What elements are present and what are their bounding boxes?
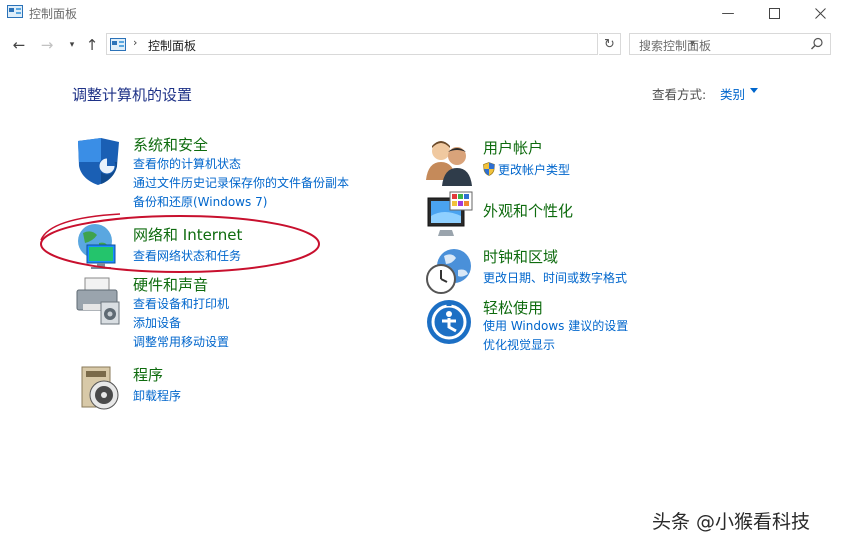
maximize-icon xyxy=(768,7,780,19)
category-network-internet[interactable]: 网络和 Internet xyxy=(133,224,242,245)
control-panel-app-icon xyxy=(7,5,23,18)
address-bar[interactable]: › 控制面板 ▾ xyxy=(106,33,695,55)
search-placeholder: 搜索控制面板 xyxy=(639,39,712,53)
category-system-security[interactable]: 系统和安全 xyxy=(133,134,208,155)
watermark-text: 头条 @小猴看科技 xyxy=(652,511,811,533)
up-button[interactable]: ↑ xyxy=(82,35,102,55)
close-button[interactable] xyxy=(797,0,843,26)
page-title: 调整计算机的设置 xyxy=(72,86,193,104)
link-mobility-settings[interactable]: 调整常用移动设置 xyxy=(133,333,229,350)
link-view-network-status[interactable]: 查看网络状态和任务 xyxy=(133,247,241,264)
maximize-button[interactable] xyxy=(751,0,797,26)
minimize-button[interactable]: — xyxy=(705,0,751,26)
view-by-label: 查看方式: xyxy=(652,87,707,102)
link-view-computer-status[interactable]: 查看你的计算机状态 xyxy=(133,155,241,172)
ease-of-access-icon xyxy=(427,300,471,344)
link-view-devices-printers[interactable]: 查看设备和打印机 xyxy=(133,295,229,312)
recent-locations-button[interactable]: ▾ xyxy=(62,35,82,55)
category-appearance-personalization[interactable]: 外观和个性化 xyxy=(483,200,573,221)
up-arrow-icon: ↑ xyxy=(85,36,99,54)
link-windows-recommended-settings[interactable]: 使用 Windows 建议的设置 xyxy=(483,317,628,334)
chevron-down-icon[interactable] xyxy=(750,88,758,93)
highlight-ellipse xyxy=(40,213,320,273)
search-icon xyxy=(811,37,823,50)
link-file-history-backup[interactable]: 通过文件历史记录保存你的文件备份副本 xyxy=(133,174,349,191)
category-clock-region[interactable]: 时钟和区域 xyxy=(483,246,558,267)
category-user-accounts[interactable]: 用户帐户 xyxy=(483,137,543,158)
close-icon xyxy=(814,7,826,19)
link-change-date-time-format[interactable]: 更改日期、时间或数字格式 xyxy=(483,269,627,286)
link-backup-restore[interactable]: 备份和还原(Windows 7) xyxy=(133,193,267,210)
search-input[interactable]: 搜索控制面板 xyxy=(629,33,831,55)
title-bar: 控制面板 — xyxy=(0,0,843,26)
forward-arrow-icon: → xyxy=(40,36,54,54)
network-globe-icon xyxy=(78,224,116,269)
chevron-down-icon: ▾ xyxy=(69,40,75,50)
back-button[interactable]: ← xyxy=(9,35,29,55)
back-arrow-icon: ← xyxy=(12,36,26,54)
category-programs[interactable]: 程序 xyxy=(133,364,163,385)
programs-disc-icon xyxy=(81,366,119,410)
category-hardware-sound[interactable]: 硬件和声音 xyxy=(133,274,208,295)
minimize-icon: — xyxy=(721,5,735,21)
link-change-account-type[interactable]: 更改帐户类型 xyxy=(483,161,570,178)
forward-button[interactable]: → xyxy=(37,35,57,55)
link-optimize-visual-display[interactable]: 优化视觉显示 xyxy=(483,336,555,353)
security-shield-icon xyxy=(78,138,119,185)
breadcrumb-control-panel[interactable]: 控制面板 xyxy=(148,37,196,54)
monitor-palette-icon xyxy=(427,191,473,236)
control-panel-icon xyxy=(110,38,126,51)
navigation-bar: ← → ▾ ↑ › 控制面板 ▾ ↻ 搜索控制面板 xyxy=(0,31,843,59)
breadcrumb-separator[interactable]: › xyxy=(133,36,137,49)
users-icon xyxy=(426,141,472,186)
view-by-dropdown[interactable]: 类别 xyxy=(720,84,745,103)
uac-shield-icon xyxy=(483,162,495,176)
refresh-icon: ↻ xyxy=(604,36,615,52)
printer-icon xyxy=(76,277,120,325)
link-uninstall-program[interactable]: 卸载程序 xyxy=(133,387,181,404)
refresh-button[interactable]: ↻ xyxy=(599,33,621,55)
window-title: 控制面板 xyxy=(29,7,78,21)
clock-globe-icon xyxy=(426,249,471,294)
link-change-account-type-label: 更改帐户类型 xyxy=(498,163,571,177)
link-add-device[interactable]: 添加设备 xyxy=(133,314,181,331)
category-ease-of-access[interactable]: 轻松使用 xyxy=(483,297,543,318)
